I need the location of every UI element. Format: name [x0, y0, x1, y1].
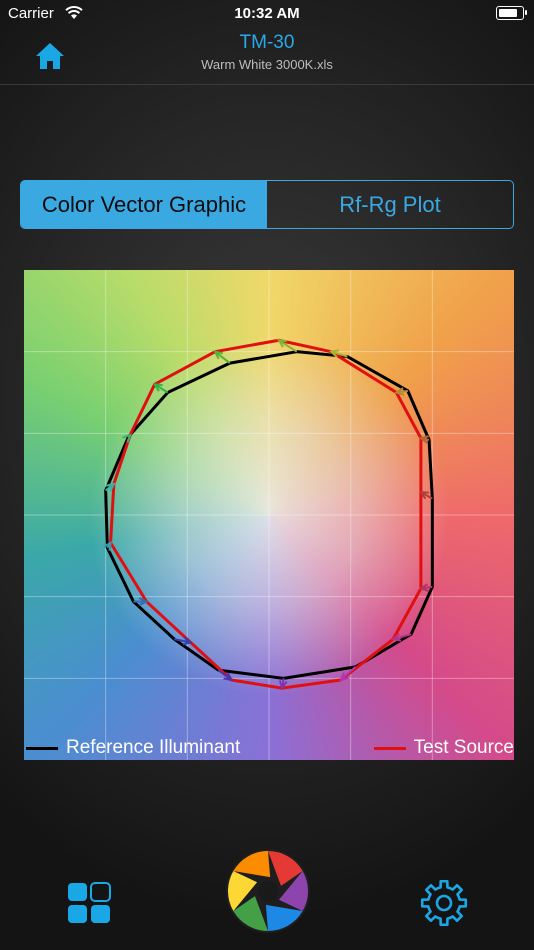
legend-test: Test Source	[373, 736, 514, 760]
gear-outline	[420, 879, 468, 927]
legend-reference: Reference Illuminant	[26, 736, 240, 760]
file-name: Warm White 3000K.xls	[201, 57, 333, 72]
legend-test-swatch	[373, 746, 406, 750]
view-switcher: Color Vector Graphic Rf-Rg Plot	[20, 180, 514, 229]
clock: 10:32 AM	[234, 5, 300, 22]
tab-color-vector-graphic[interactable]: Color Vector Graphic	[21, 181, 267, 228]
color-vector-graphic-chart: Reference Illuminant Test Source	[24, 270, 514, 760]
status-bar: Carrier 10:32 AM	[0, 0, 534, 28]
battery-icon	[496, 6, 527, 20]
test-source-line	[109, 338, 423, 690]
chart-plot	[24, 270, 514, 760]
legend-reference-swatch	[26, 746, 58, 750]
tab-rf-rg-plot[interactable]: Rf-Rg Plot	[267, 181, 513, 228]
grid-icon[interactable]	[67, 882, 111, 924]
legend-reference-label: Reference Illuminant	[66, 737, 241, 758]
navigation-bar: TM-30 Warm White 3000K.xls	[0, 28, 534, 85]
gear-icon[interactable]	[419, 878, 469, 928]
legend-test-label: Test Source	[413, 737, 514, 758]
aperture-logo-icon[interactable]	[225, 848, 311, 934]
page-title: TM-30	[239, 32, 295, 53]
